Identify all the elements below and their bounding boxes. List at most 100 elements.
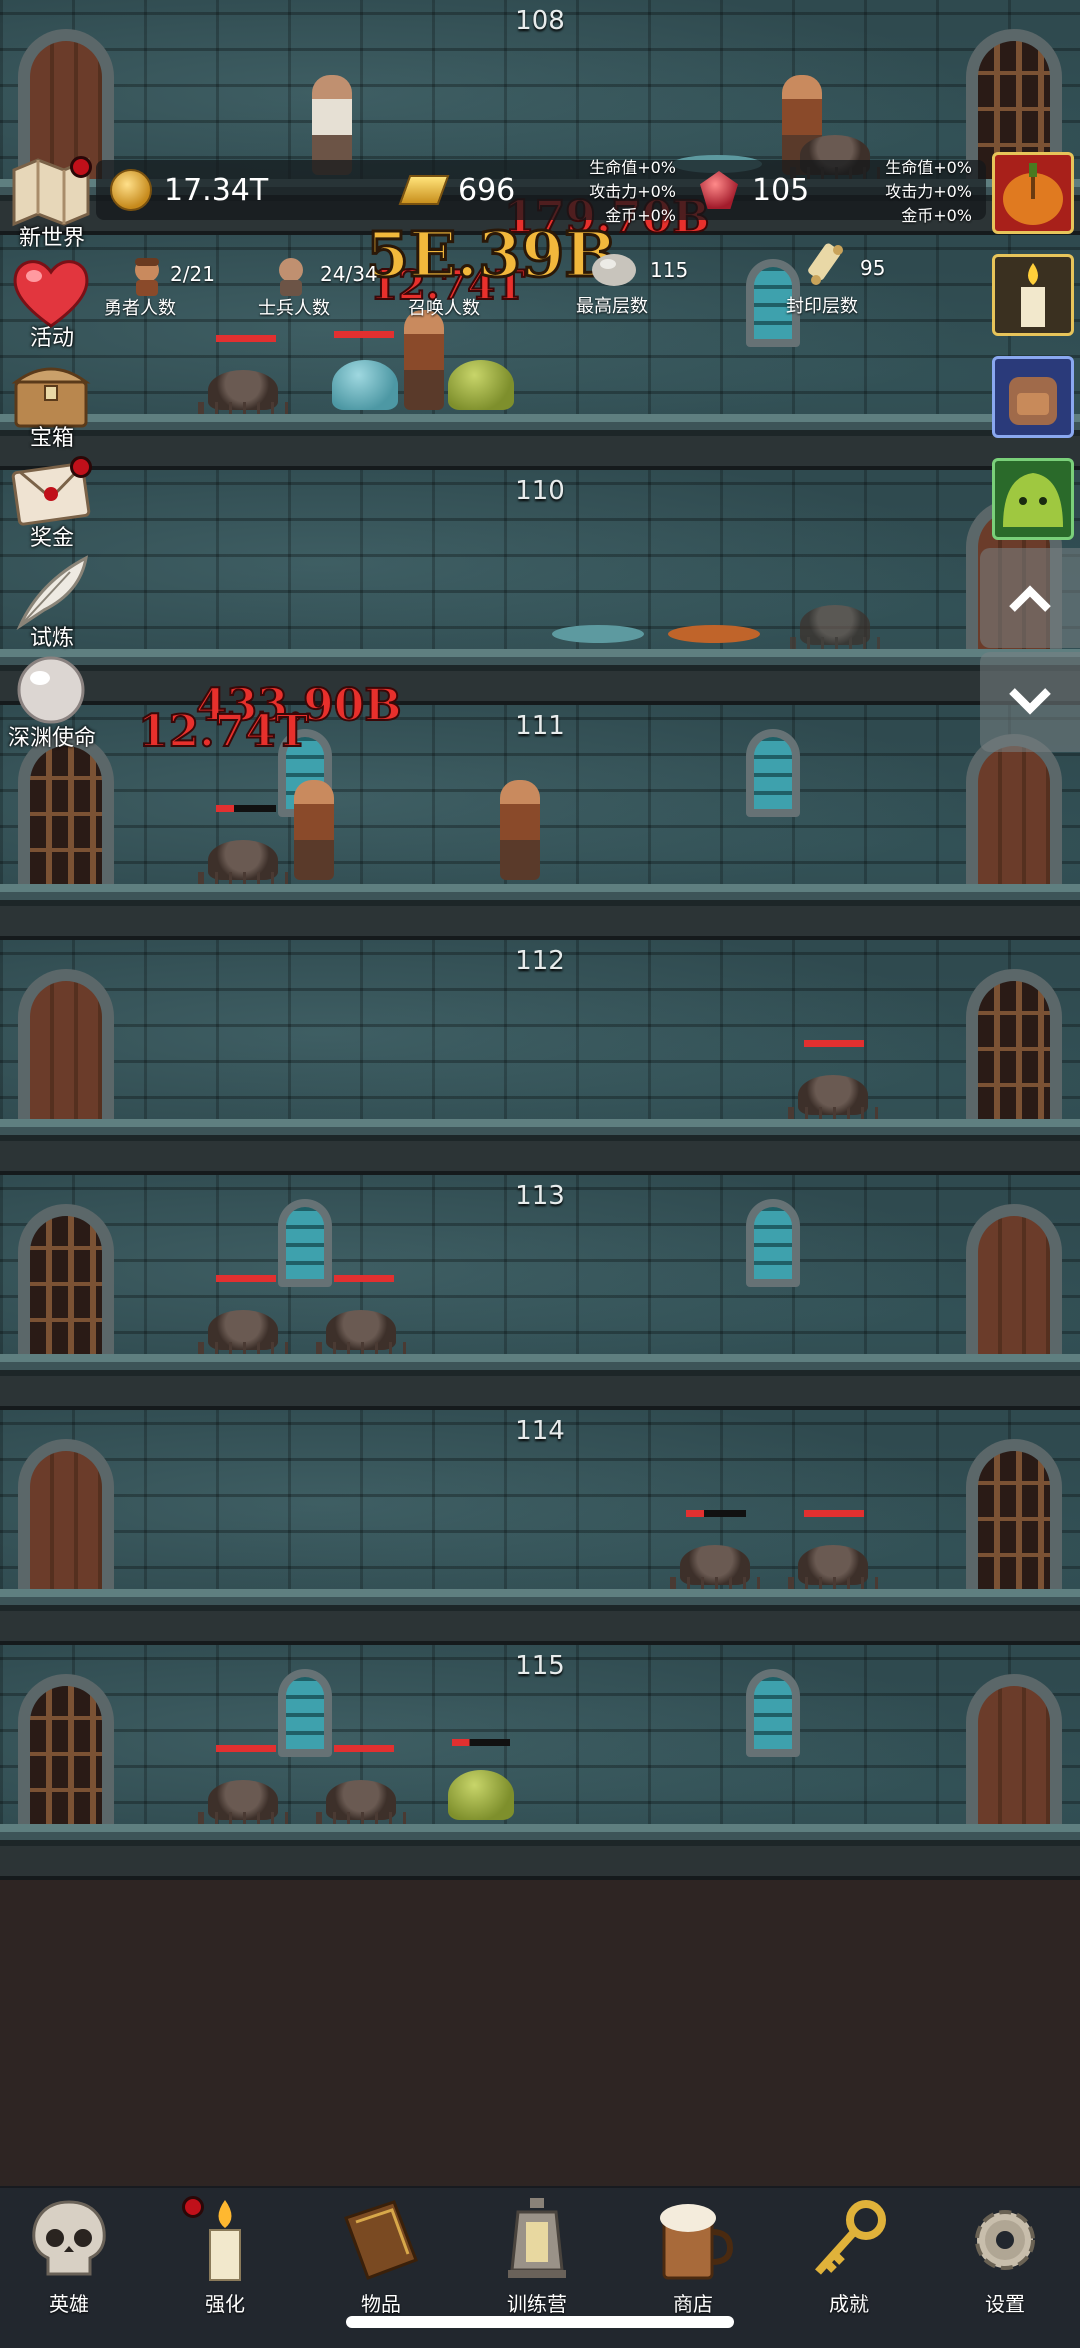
notification-dot (70, 456, 92, 478)
nav-enhance[interactable]: 强化 (160, 2196, 290, 2320)
sealed-floor-stat[interactable]: 95 封印层数 (782, 240, 922, 318)
coins-counter[interactable]: 17.34T (110, 160, 268, 220)
heroes-stat[interactable]: 2/21 勇者人数 (100, 256, 220, 319)
door (966, 1674, 1062, 1824)
slime-enemy (448, 360, 514, 410)
door (966, 734, 1062, 884)
sealed-floor-value: 95 (860, 256, 886, 280)
spider-enemy (198, 840, 288, 886)
menu-label: 宝箱 (29, 426, 74, 451)
menu-label: 深渊使命 (7, 726, 96, 751)
scroll-up-button[interactable] (980, 548, 1080, 648)
floor-number: 108 (515, 6, 565, 36)
book-icon (344, 2200, 418, 2280)
hp-bonus: 生命值+0% (885, 158, 972, 177)
floor-ledge (0, 1119, 1080, 1171)
nav-label: 训练营 (507, 2292, 567, 2316)
candle-buff[interactable] (992, 254, 1074, 336)
gold-bars-counter[interactable]: 696 (398, 160, 515, 220)
heroes-label: 勇者人数 (104, 298, 176, 319)
nav-achievements[interactable]: 成就 (784, 2196, 914, 2320)
spider-enemy (316, 1780, 406, 1826)
slime-remains (552, 625, 644, 643)
resource-bar: 17.34T 696 105 (96, 160, 986, 220)
floor-ledge (0, 1354, 1080, 1406)
gold-bonus: 金币+0% (605, 206, 676, 225)
door (18, 1439, 114, 1589)
summons-stat[interactable]: 召唤人数 (404, 256, 504, 319)
floor-113[interactable]: 113 (0, 1175, 1080, 1410)
scroll-icon (808, 243, 843, 285)
hero-character (294, 780, 334, 880)
notification-dot (70, 156, 92, 178)
soldiers-label: 士兵人数 (258, 298, 330, 319)
backpack-buff[interactable] (992, 356, 1074, 438)
window (278, 1199, 332, 1287)
enemy-hp-bar (216, 1745, 276, 1752)
nav-label: 英雄 (49, 2292, 89, 2316)
floor-112[interactable]: 112 (0, 940, 1080, 1175)
enemy-hp-bar (686, 1510, 746, 1517)
spider-enemy (198, 1780, 288, 1826)
nav-training-camp[interactable]: 训练营 (472, 2196, 602, 2320)
floor-ledge (0, 1589, 1080, 1641)
hp-bonus: 生命值+0% (589, 158, 676, 177)
nav-label: 商店 (673, 2292, 713, 2316)
hero-character (404, 310, 444, 410)
spider-enemy (790, 605, 880, 651)
floor-number: 110 (515, 476, 565, 506)
soldiers-count: 24/34 (320, 262, 378, 286)
nav-settings[interactable]: 设置 (940, 2196, 1070, 2320)
nav-shop[interactable]: 商店 (628, 2196, 758, 2320)
menu-new-world[interactable]: 新世界 (0, 152, 104, 252)
floor-114[interactable]: 114 (0, 1410, 1080, 1645)
attack-bonus: 攻击力+0% (589, 182, 676, 201)
menu-bonus[interactable]: 奖金 (0, 452, 104, 552)
nav-label: 物品 (361, 2292, 401, 2316)
nav-heroes[interactable]: 英雄 (4, 2196, 134, 2320)
door (18, 1204, 114, 1354)
menu-abyss-mission[interactable]: 深渊使命 (0, 652, 104, 752)
hero-head-icon (135, 258, 159, 296)
pumpkin-icon (1003, 163, 1063, 225)
door (966, 969, 1062, 1119)
floor-number: 115 (515, 1651, 565, 1681)
enemy-hp-bar (804, 1510, 864, 1517)
enemy-hp-bar (452, 1739, 510, 1746)
gold-bar-icon (398, 175, 450, 205)
enemy-hp-bar (804, 1040, 864, 1047)
window (746, 729, 800, 817)
menu-label: 活动 (29, 326, 74, 351)
soldiers-stat[interactable]: 24/34 士兵人数 (254, 256, 378, 319)
window (278, 1669, 332, 1757)
menu-trial[interactable]: 试炼 (0, 552, 104, 652)
slime-buff[interactable] (992, 458, 1074, 540)
floor-115[interactable]: 115 (0, 1645, 1080, 1880)
max-floor-stat[interactable]: 115 最高层数 (574, 246, 714, 318)
spider-enemy (198, 370, 288, 416)
nav-items[interactable]: 物品 (316, 2196, 446, 2320)
nav-label: 成就 (829, 2292, 869, 2316)
floor-ledge (0, 884, 1080, 936)
slime-enemy (448, 1770, 514, 1820)
door (18, 969, 114, 1119)
slime-enemy (332, 360, 398, 410)
beer-mug-icon (660, 2204, 734, 2280)
home-indicator[interactable] (346, 2316, 734, 2328)
coins-value: 17.34T (164, 172, 269, 208)
floor-110[interactable]: 110 (0, 470, 1080, 705)
gems-counter[interactable]: 105 (700, 160, 809, 220)
spider-enemy (198, 1310, 288, 1356)
chevron-down-icon (1009, 688, 1051, 715)
scroll-down-button[interactable] (980, 652, 1080, 752)
spider-enemy (788, 1545, 878, 1591)
window (746, 1199, 800, 1287)
pumpkin-buff[interactable] (992, 152, 1074, 234)
max-floor-value: 115 (650, 258, 689, 282)
enemy-hp-bar (216, 805, 276, 812)
floor-ledge (0, 1824, 1080, 1876)
menu-treasure[interactable]: 宝箱 (0, 352, 104, 452)
menu-events[interactable]: 活动 (0, 252, 104, 352)
door (966, 1439, 1062, 1589)
hero-character (500, 780, 540, 880)
